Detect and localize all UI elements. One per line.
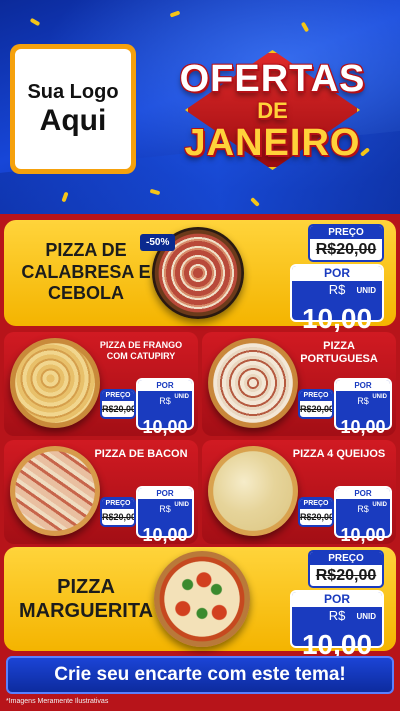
logo-inner: Sua Logo Aqui bbox=[15, 49, 131, 169]
pizza-bacon-image bbox=[10, 446, 100, 536]
old-price-box: PREÇO R$20,00 bbox=[308, 224, 384, 262]
new-price-label: POR bbox=[138, 380, 192, 391]
old-price-box: PREÇO R$20,00 bbox=[100, 497, 136, 527]
confetti bbox=[29, 17, 41, 27]
marguerita-pizza-name: PIZZA MARGUERITA bbox=[18, 576, 154, 622]
featured-price: PREÇO R$20,00 POR R$ 10,00 UNID bbox=[228, 224, 388, 334]
marguerita-price: PREÇO R$20,00 POR R$ 10,00 UNID bbox=[228, 550, 388, 660]
offer-card-4-queijos: PIZZA 4 QUEIJOS PREÇO R$20,00 POR R$ 10,… bbox=[202, 440, 396, 545]
badge-title-ofertas: OFERTAS bbox=[179, 58, 366, 100]
old-price-value: R$20,00 bbox=[102, 512, 136, 522]
offer-card-frango: PIZZA DE FRANGO COM CATUPIRY PREÇO R$20,… bbox=[4, 332, 198, 437]
new-price-box: POR R$ 10,00 UNID bbox=[136, 378, 194, 437]
pizza-name: PIZZA DE BACON bbox=[94, 448, 188, 460]
currency-symbol: R$ bbox=[328, 608, 346, 623]
logo-placeholder: Sua Logo Aqui bbox=[10, 44, 136, 174]
old-price-box: PREÇO R$20,00 bbox=[298, 389, 334, 419]
currency-symbol: R$ bbox=[357, 396, 369, 406]
featured-pizza-name: PIZZA DE CALABRESA E CEBOLA bbox=[21, 240, 151, 304]
currency-symbol: R$ bbox=[159, 504, 171, 514]
new-price-value: 10,00 bbox=[142, 417, 188, 437]
old-price-label: PREÇO bbox=[102, 499, 134, 509]
old-price-value: R$20,00 bbox=[300, 404, 334, 414]
old-price-value: R$20,00 bbox=[315, 567, 377, 584]
new-price-box: POR R$ 10,00 UNID bbox=[290, 264, 384, 334]
unit-label: UNID bbox=[372, 394, 387, 400]
offers-badge: OFERTAS DE JANEIRO bbox=[150, 40, 395, 180]
discount-tag: -50% bbox=[140, 234, 176, 251]
old-price-value: R$20,00 bbox=[300, 512, 334, 522]
offer-card-bacon: PIZZA DE BACON PREÇO R$20,00 POR R$ 10,0… bbox=[4, 440, 198, 545]
new-price-value: 10,00 bbox=[340, 417, 386, 437]
new-price-value: 10,00 bbox=[301, 303, 373, 334]
price: PREÇO R$20,00 POR R$ 10,00 UNID bbox=[100, 378, 194, 437]
confetti bbox=[169, 10, 181, 18]
price: PREÇO R$20,00 POR R$ 10,00 UNID bbox=[298, 486, 392, 545]
badge-title-de: DE bbox=[257, 98, 288, 123]
old-price-box: PREÇO R$20,00 bbox=[308, 550, 384, 588]
featured-offer-card: PIZZA DE CALABRESA E CEBOLA PREÇO R$20,0… bbox=[4, 220, 396, 334]
confetti bbox=[149, 188, 161, 196]
old-price-label: PREÇO bbox=[300, 391, 332, 401]
new-price-label: POR bbox=[292, 266, 382, 281]
unit-label: UNID bbox=[372, 502, 387, 508]
confetti bbox=[61, 191, 69, 203]
pizza-name: PIZZA 4 QUEIJOS bbox=[292, 448, 386, 460]
pizza-frango-image bbox=[10, 338, 100, 428]
old-price-label: PREÇO bbox=[310, 552, 382, 565]
disclaimer-text: *Imagens Meramente Ilustrativas bbox=[6, 698, 109, 705]
new-price-box: POR R$ 10,00 UNID bbox=[334, 378, 392, 437]
currency-symbol: R$ bbox=[357, 504, 369, 514]
new-price-box: POR R$ 10,00 UNID bbox=[290, 590, 384, 660]
pizza-name: PIZZA PORTUGUESA bbox=[300, 340, 378, 366]
logo-text-line1: Sua Logo bbox=[27, 80, 119, 103]
currency-symbol: R$ bbox=[328, 282, 346, 297]
confetti bbox=[250, 197, 260, 207]
pizza-portuguesa-image bbox=[208, 338, 298, 428]
new-price-label: POR bbox=[292, 592, 382, 607]
unit-label: UNID bbox=[356, 612, 376, 621]
pizza-name: PIZZA DE FRANGO COM CATUPIRY bbox=[99, 340, 183, 361]
unit-label: UNID bbox=[356, 286, 376, 295]
confetti bbox=[300, 21, 310, 33]
old-price-box: PREÇO R$20,00 bbox=[100, 389, 136, 419]
new-price-label: POR bbox=[336, 488, 390, 499]
cta-banner[interactable]: Crie seu encarte com este tema! bbox=[6, 656, 394, 694]
old-price-box: PREÇO R$20,00 bbox=[298, 497, 334, 527]
old-price-label: PREÇO bbox=[102, 391, 134, 401]
badge-title-janeiro: JANEIRO bbox=[184, 122, 361, 164]
new-price-box: POR R$ 10,00 UNID bbox=[136, 486, 194, 545]
marguerita-offer-card: PIZZA MARGUERITA PREÇO R$20,00 POR R$ 10… bbox=[4, 547, 396, 660]
new-price-value: 10,00 bbox=[340, 525, 386, 545]
old-price-value: R$20,00 bbox=[315, 241, 377, 258]
new-price-box: POR R$ 10,00 UNID bbox=[334, 486, 392, 545]
currency-symbol: R$ bbox=[159, 396, 171, 406]
old-price-label: PREÇO bbox=[300, 499, 332, 509]
logo-text-line2: Aqui bbox=[39, 103, 107, 137]
price: PREÇO R$20,00 POR R$ 10,00 UNID bbox=[100, 486, 194, 545]
new-price-label: POR bbox=[138, 488, 192, 499]
old-price-value: R$20,00 bbox=[102, 404, 136, 414]
old-price-label: PREÇO bbox=[310, 226, 382, 239]
unit-label: UNID bbox=[174, 394, 189, 400]
new-price-value: 10,00 bbox=[142, 525, 188, 545]
offer-card-portuguesa: PIZZA PORTUGUESA PREÇO R$20,00 POR R$ 10… bbox=[202, 332, 396, 437]
new-price-label: POR bbox=[336, 380, 390, 391]
pizza-4-queijos-image bbox=[208, 446, 298, 536]
unit-label: UNID bbox=[174, 502, 189, 508]
header-banner: Sua Logo Aqui OFERTAS DE JANEIRO bbox=[0, 0, 400, 214]
price: PREÇO R$20,00 POR R$ 10,00 UNID bbox=[298, 378, 392, 437]
